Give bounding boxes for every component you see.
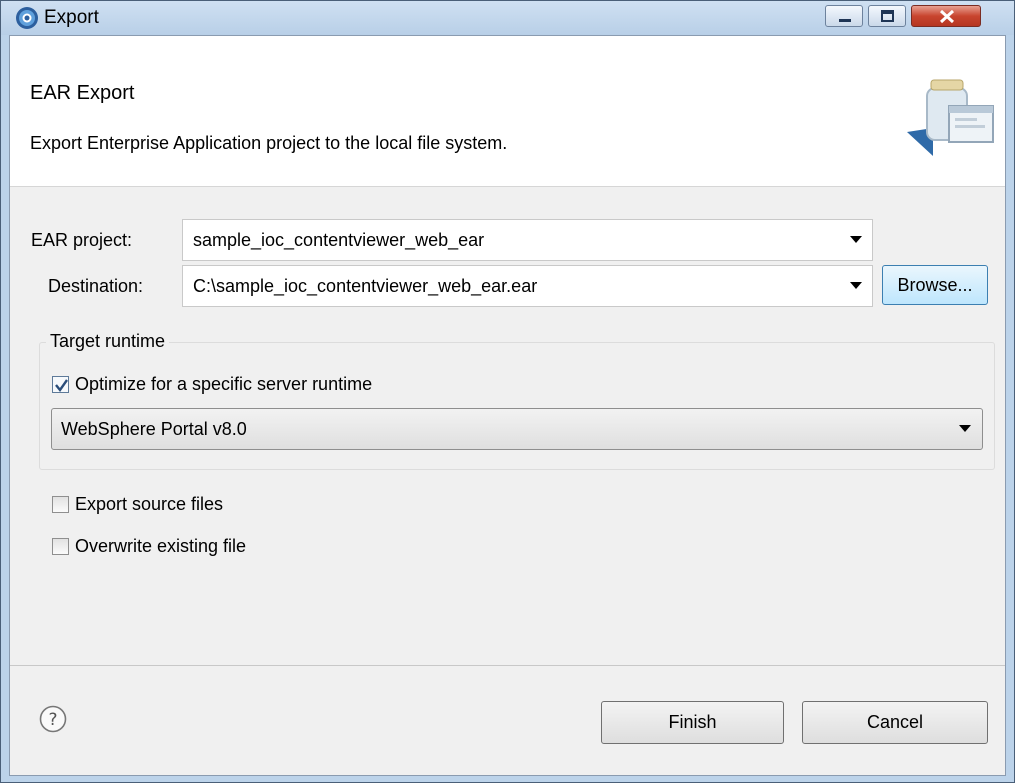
checkmark-icon xyxy=(55,379,68,393)
footer-divider xyxy=(10,665,1005,666)
maximize-button[interactable] xyxy=(868,5,906,27)
optimize-runtime-label[interactable]: Optimize for a specific server runtime xyxy=(75,374,372,395)
browse-button[interactable]: Browse... xyxy=(882,265,988,305)
page-description: Export Enterprise Application project to… xyxy=(30,133,508,153)
chevron-down-icon xyxy=(850,282,862,289)
svg-text:?: ? xyxy=(48,710,57,730)
export-wizard-icon xyxy=(907,79,994,156)
dialog-content: EAR Export Export Enterprise Application… xyxy=(9,35,1006,776)
close-button[interactable] xyxy=(911,5,981,27)
ear-project-value: sample_ioc_contentviewer_web_ear xyxy=(193,230,485,250)
cancel-button[interactable]: Cancel xyxy=(802,701,988,744)
help-icon[interactable]: ? xyxy=(39,705,67,733)
export-dialog: Export EAR Export Export Enterprise Appl… xyxy=(0,0,1015,783)
chevron-down-icon xyxy=(959,425,971,432)
minimize-icon xyxy=(839,19,851,22)
target-runtime-label: Target runtime xyxy=(46,331,170,352)
target-runtime-group xyxy=(39,342,995,470)
minimize-button[interactable] xyxy=(825,5,863,27)
optimize-runtime-checkbox[interactable] xyxy=(52,376,69,393)
chevron-down-icon xyxy=(850,236,862,243)
overwrite-file-label[interactable]: Overwrite existing file xyxy=(75,536,246,557)
close-icon xyxy=(939,9,955,24)
overwrite-file-checkbox[interactable] xyxy=(52,538,69,555)
page-title: EAR Export xyxy=(30,82,135,104)
title-bar[interactable]: Export xyxy=(1,1,1014,35)
server-runtime-select[interactable]: WebSphere Portal v8.0 xyxy=(51,408,983,450)
eclipse-app-icon xyxy=(16,7,38,29)
window-title: Export xyxy=(44,7,99,28)
ear-project-combo[interactable]: sample_ioc_contentviewer_web_ear xyxy=(182,219,873,261)
destination-label: Destination: xyxy=(48,276,144,296)
finish-button[interactable]: Finish xyxy=(601,701,784,744)
destination-combo[interactable]: C:\sample_ioc_contentviewer_web_ear.ear xyxy=(182,265,873,307)
destination-value: C:\sample_ioc_contentviewer_web_ear.ear xyxy=(193,276,538,296)
export-source-checkbox[interactable] xyxy=(52,496,69,513)
export-source-label[interactable]: Export source files xyxy=(75,494,223,515)
maximize-icon xyxy=(881,10,894,22)
wizard-banner: EAR Export Export Enterprise Application… xyxy=(10,36,1005,187)
server-runtime-value: WebSphere Portal v8.0 xyxy=(61,419,247,439)
ear-project-label: EAR project: xyxy=(31,230,133,250)
